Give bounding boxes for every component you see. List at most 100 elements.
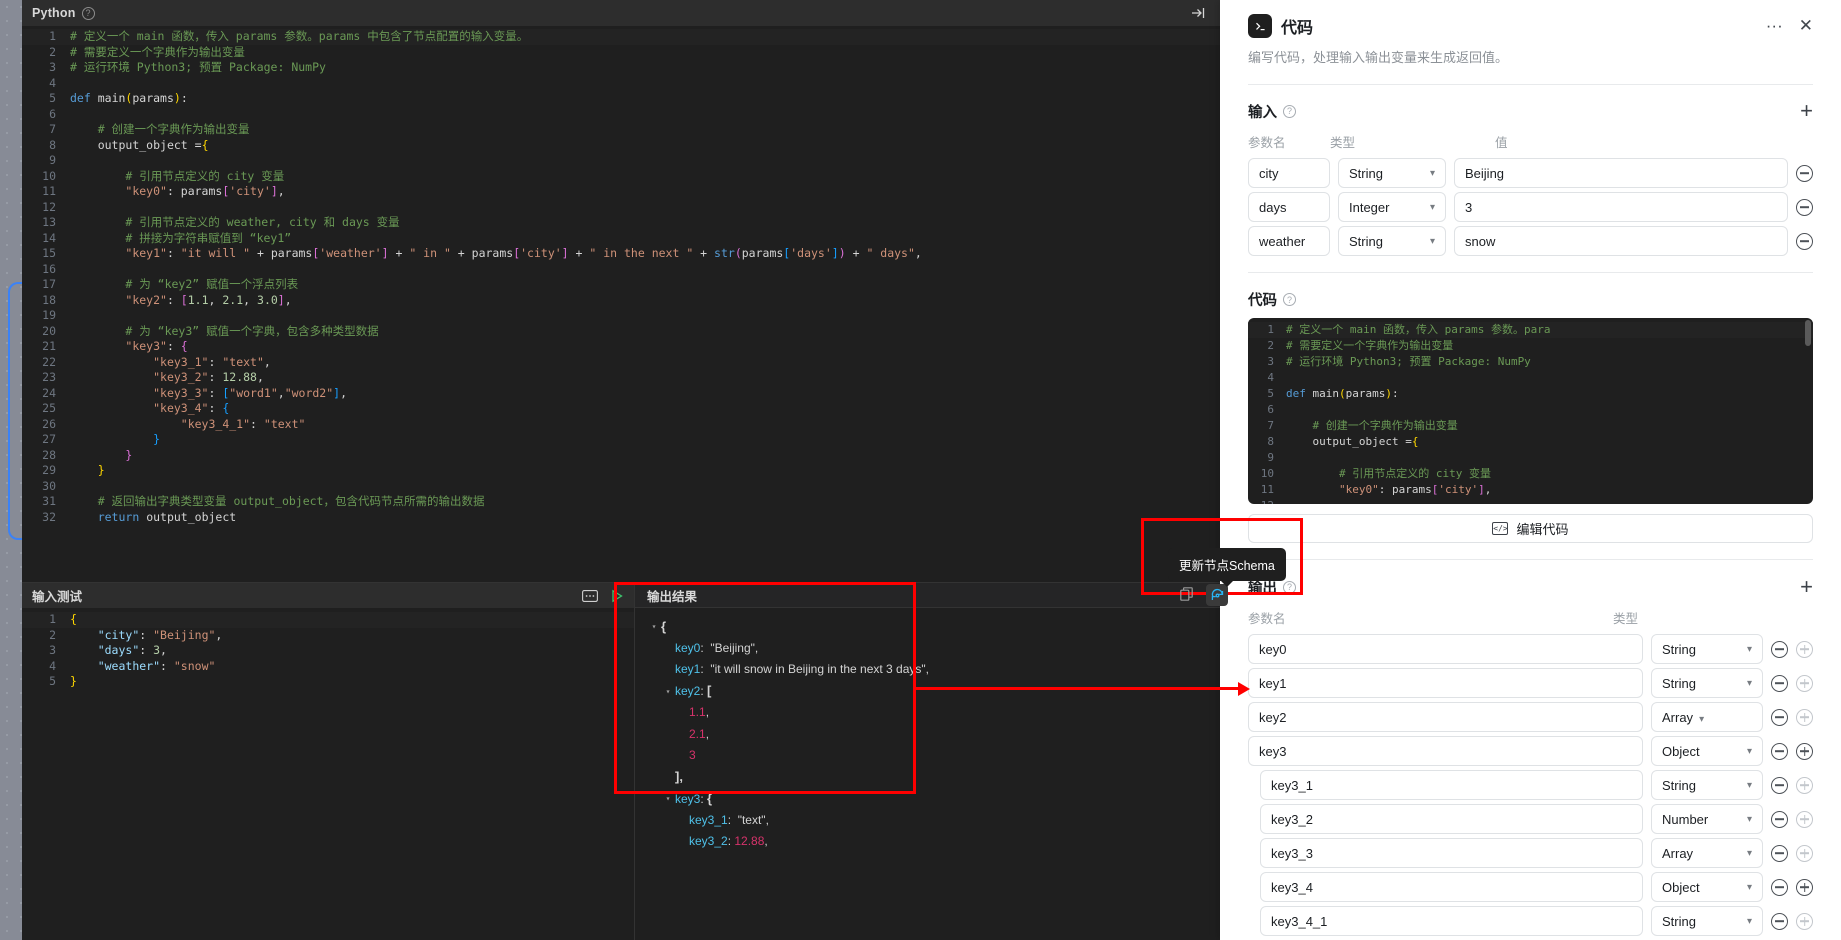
param-name-input[interactable]: city: [1248, 158, 1330, 189]
line-text: output_object ={: [97, 137, 209, 152]
output-param-type-select[interactable]: String ▾: [1651, 668, 1763, 698]
output-param-name-input[interactable]: key3_1: [1260, 770, 1643, 800]
code-line: 8 output_object ={: [22, 138, 1220, 154]
more-options-icon[interactable]: ···: [1766, 16, 1783, 36]
output-result-tree[interactable]: ▾{key0: "Beijing", key1: "it will snow in…: [635, 608, 1220, 940]
remove-output-param-button[interactable]: [1771, 640, 1788, 658]
add-sub-param-button[interactable]: [1796, 708, 1813, 726]
output-param-type-select[interactable]: Array ▾: [1651, 838, 1763, 868]
code-line: 13 # 引用节点定义的 weather, city 和 days 变量: [22, 215, 1220, 231]
help-icon[interactable]: ?: [1283, 293, 1296, 307]
add-sub-param-button[interactable]: [1796, 776, 1813, 794]
output-param-row: key3 Object ▾: [1220, 732, 1841, 766]
remove-output-param-button[interactable]: [1771, 912, 1788, 930]
line-number: 10: [42, 168, 56, 183]
remove-output-param-button[interactable]: [1771, 674, 1788, 692]
copy-icon[interactable]: [1180, 586, 1194, 604]
line-text: "weather": "snow": [97, 658, 216, 673]
remove-output-param-button[interactable]: [1771, 742, 1788, 760]
line-number: 5: [49, 674, 56, 688]
input-section-title: 输入: [1248, 104, 1277, 121]
add-sub-param-button[interactable]: [1796, 878, 1813, 896]
input-section-header: 输入 ? +: [1220, 84, 1841, 122]
add-sub-param-button[interactable]: [1796, 810, 1813, 828]
output-param-name-input[interactable]: key2: [1248, 702, 1643, 732]
refresh-schema-icon[interactable]: [1206, 584, 1228, 606]
param-value-input[interactable]: 3: [1454, 192, 1788, 223]
input-test-json-editor[interactable]: 1{2 "city": "Beijing", 3 "days": 3, 4 "wea…: [22, 608, 634, 940]
output-param-type-select[interactable]: Object ▾: [1651, 736, 1763, 766]
code-line: 3 # 运行环境 Python3; 预置 Package: NumPy: [22, 60, 1220, 76]
expand-caret-icon[interactable]: ▾: [663, 681, 673, 703]
add-sub-param-button[interactable]: [1796, 742, 1813, 760]
param-name-input[interactable]: weather: [1248, 226, 1330, 257]
add-input-param-icon[interactable]: +: [1800, 100, 1813, 122]
output-param-name-input[interactable]: key3_3: [1260, 838, 1643, 868]
keyboard-icon[interactable]: [582, 589, 598, 602]
line-number: 5: [49, 91, 56, 105]
expand-caret-icon[interactable]: ▾: [663, 788, 673, 810]
collapse-panel-icon[interactable]: [1190, 5, 1206, 26]
help-icon[interactable]: ?: [1283, 580, 1296, 594]
help-icon[interactable]: ?: [1283, 104, 1296, 118]
param-value-input[interactable]: snow: [1454, 226, 1788, 257]
param-name-input[interactable]: days: [1248, 192, 1330, 223]
output-param-name-input[interactable]: key3: [1248, 736, 1643, 766]
code-line: 16: [22, 262, 1220, 278]
remove-param-button[interactable]: [1796, 232, 1813, 250]
code-section-title: 代码: [1248, 293, 1277, 310]
expand-caret-icon[interactable]: ▾: [649, 616, 659, 638]
output-param-name-input[interactable]: key0: [1248, 634, 1643, 664]
column-header-value: 值: [1495, 136, 1508, 151]
line-number: 6: [49, 106, 56, 121]
side-panel-title: 代码: [1281, 20, 1314, 37]
output-param-name-input[interactable]: key3_2: [1260, 804, 1643, 834]
remove-output-param-button[interactable]: [1771, 810, 1788, 828]
line-text: "days": 3,: [97, 643, 167, 657]
output-param-type-select[interactable]: Array ▾: [1651, 702, 1763, 732]
output-param-type-select[interactable]: String ▾: [1651, 906, 1763, 936]
output-param-name-input[interactable]: key3_4_1: [1260, 906, 1643, 936]
remove-output-param-button[interactable]: [1771, 844, 1788, 862]
chevron-down-icon: ▾: [1746, 915, 1752, 927]
code-preview[interactable]: 1 # 定义一个 main 函数，传入 params 参数。para 2 # 需要定义…: [1248, 318, 1813, 504]
line-text: # 创建一个字典作为输出变量: [97, 122, 250, 136]
code-preview-scrollbar[interactable]: [1805, 320, 1811, 347]
code-line: 17 # 为 “key2” 赋值一个浮点列表: [22, 277, 1220, 293]
output-param-type-select[interactable]: Object ▾: [1651, 872, 1763, 902]
param-type-value: String: [1349, 165, 1383, 181]
add-sub-param-button[interactable]: [1796, 674, 1813, 692]
edit-code-button[interactable]: </> 编辑代码: [1248, 513, 1813, 544]
output-param-type-select[interactable]: String ▾: [1651, 634, 1763, 664]
remove-output-param-button[interactable]: [1771, 878, 1788, 896]
output-param-type-select[interactable]: Number ▾: [1651, 804, 1763, 834]
code-line: 14 # 拼接为字符串赋值到 “key1”: [22, 231, 1220, 247]
add-output-param-icon[interactable]: +: [1800, 576, 1813, 598]
remove-param-button[interactable]: [1796, 198, 1813, 216]
json-tree-text: 2.1,: [689, 726, 710, 741]
param-type-select[interactable]: Integer ▾: [1338, 192, 1446, 223]
code-section-header: 代码 ?: [1220, 273, 1841, 310]
add-sub-param-button[interactable]: [1796, 844, 1813, 862]
bottom-panels: 输入测试 1 {2 "city": "Beijing", 3 "days": …: [22, 582, 1220, 940]
run-icon[interactable]: [610, 589, 624, 603]
remove-output-param-button[interactable]: [1771, 708, 1788, 726]
json-tree-text: 1.1,: [689, 705, 710, 719]
output-result-title: 输出结果: [647, 589, 698, 604]
output-param-type-select[interactable]: String ▾: [1651, 770, 1763, 800]
add-sub-param-button[interactable]: [1796, 912, 1813, 930]
output-section-header: 输出 ? +: [1220, 560, 1841, 598]
code-line: 2 # 需要定义一个字典作为输出变量: [1248, 338, 1813, 354]
help-icon[interactable]: ?: [81, 6, 95, 20]
close-icon[interactable]: ✕: [1799, 16, 1813, 36]
add-sub-param-button[interactable]: [1796, 640, 1813, 658]
param-type-select[interactable]: String ▾: [1338, 158, 1446, 189]
output-param-name-input[interactable]: key3_4: [1260, 872, 1643, 902]
remove-param-button[interactable]: [1796, 164, 1813, 182]
param-type-select[interactable]: String ▾: [1338, 226, 1446, 257]
output-param-name-input[interactable]: key1: [1248, 668, 1643, 698]
code-line: 27 }: [22, 432, 1220, 448]
param-value-input[interactable]: Beijing: [1454, 158, 1788, 189]
remove-output-param-button[interactable]: [1771, 776, 1788, 794]
code-editor-language-label: Python: [32, 6, 76, 20]
